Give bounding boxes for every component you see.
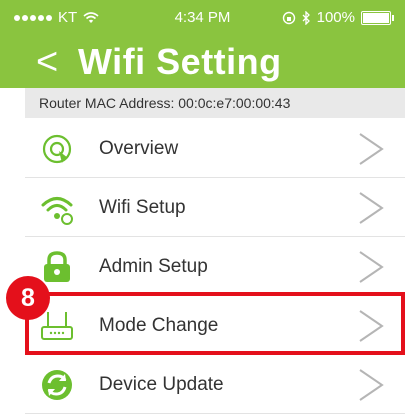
- app-header: KT 4:34 PM 100% < Wifi Setting: [0, 0, 405, 88]
- chevron-right-icon: [359, 369, 384, 401]
- chevron-right-icon: [359, 192, 384, 224]
- bluetooth-icon: [302, 10, 310, 25]
- page-title: Wifi Setting: [78, 41, 282, 82]
- menu-item-label: Overview: [99, 138, 179, 159]
- wifi-icon: [41, 197, 73, 225]
- status-right: 100%: [282, 9, 394, 26]
- mac-address-bar: Router MAC Address: 00:0c:e7:00:00:43: [25, 88, 405, 118]
- rotation-lock-icon: [282, 11, 295, 24]
- menu-item-overview[interactable]: Overview: [25, 120, 405, 178]
- status-bar: KT 4:34 PM 100%: [0, 0, 405, 30]
- back-button[interactable]: <: [36, 40, 58, 84]
- battery-icon: [361, 10, 394, 25]
- highlight-box: [25, 292, 405, 355]
- menu-item-label: Device Update: [99, 374, 224, 395]
- menu-item-label: Wifi Setup: [99, 197, 186, 218]
- update-icon: [42, 370, 72, 400]
- menu-item-wifi-setup[interactable]: Wifi Setup: [25, 179, 405, 237]
- chevron-right-icon: [359, 251, 384, 283]
- chevron-right-icon: [359, 133, 384, 165]
- menu-item-label: Admin Setup: [99, 256, 208, 277]
- title-bar: < Wifi Setting: [0, 40, 405, 84]
- battery-percent: 100%: [316, 9, 355, 26]
- menu-item-admin-setup[interactable]: Admin Setup: [25, 238, 405, 296]
- menu-item-device-update[interactable]: Device Update: [25, 356, 405, 414]
- step-number-badge: 8: [6, 276, 50, 320]
- overview-icon: [42, 134, 72, 164]
- lock-icon: [44, 251, 70, 282]
